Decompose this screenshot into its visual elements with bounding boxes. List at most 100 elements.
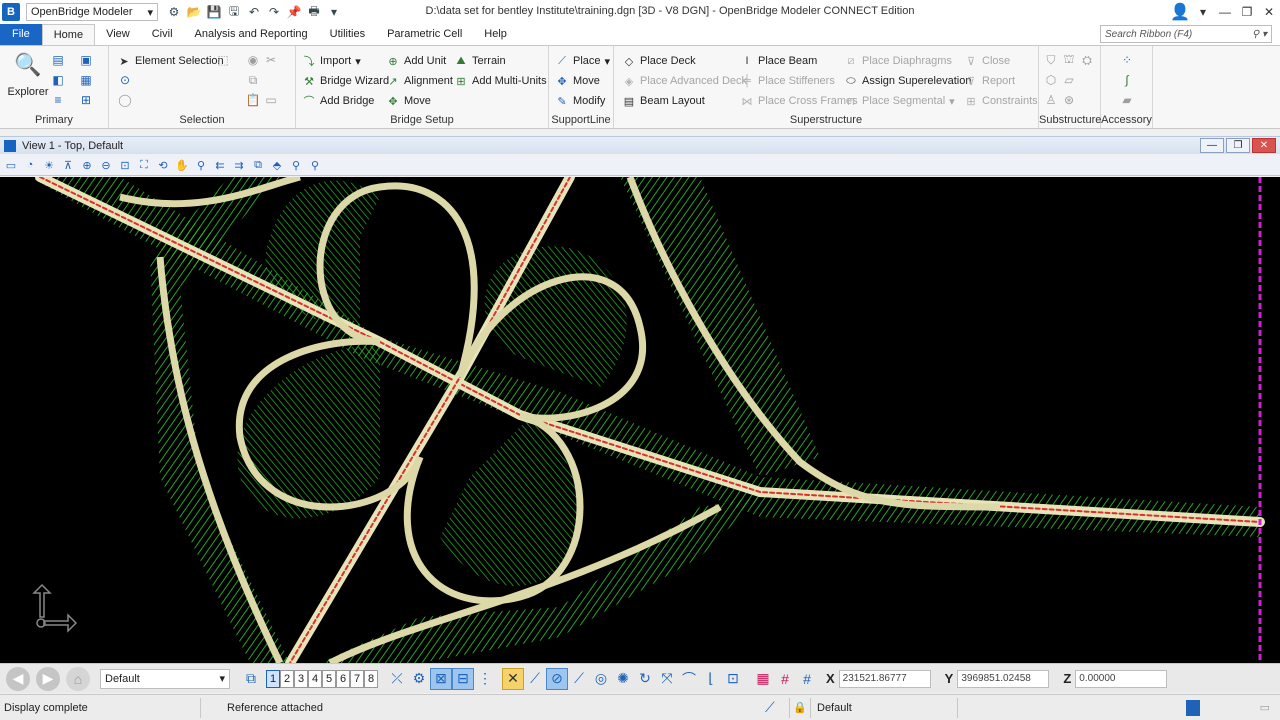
multi-snap-icon[interactable]: ⊡ [722,668,744,690]
tab-civil[interactable]: Civil [141,24,184,45]
view-6-button[interactable]: 6 [336,669,350,688]
message-center-icon[interactable]: ▭ [1260,701,1270,714]
place-deck-button[interactable]: ◇ Place Deck [622,52,696,70]
open-folder-icon[interactable]: 📂 [186,4,202,20]
active-level[interactable]: Default [817,702,957,714]
display-style-icon[interactable]: ◔ [22,157,38,173]
midpoint-snap-icon[interactable]: ⊟ [452,667,474,690]
view-groups-icon[interactable]: ⧉ [240,668,262,690]
tab-parametric-cell[interactable]: Parametric Cell [376,24,473,45]
view-attributes-icon[interactable]: ▭ [3,157,19,173]
walk-icon[interactable]: ⚲ [193,157,209,173]
abutment-icon[interactable]: ⛫ [1061,52,1077,68]
save-icon[interactable]: 💾 [206,4,222,20]
back-arrow-icon[interactable]: ◀ [6,666,30,691]
settings-icon[interactable]: ⚙ [166,4,182,20]
view-5-button[interactable]: 5 [322,669,336,688]
restore-icon[interactable]: ❐ [1236,5,1258,19]
print-icon[interactable]: 🖶 [306,4,322,20]
place-cross-frames-button[interactable]: ⋈ Place Cross Frames [740,92,858,110]
rotate-view-icon[interactable]: ⟲ [155,157,171,173]
help-dropdown-icon[interactable]: ▾ [1192,5,1214,19]
cut-icon[interactable]: ✂ [263,52,279,68]
add-multi-units-button[interactable]: ⊞ Add Multi-Units [454,72,546,90]
file-icon[interactable]: ▤ [50,52,66,68]
pier-icon[interactable]: ⛉ [1043,52,1059,68]
view-close-icon[interactable]: ✕ [1252,138,1276,153]
x-coordinate-field[interactable]: 231521.86777 [838,669,931,688]
tab-view[interactable]: View [95,24,141,45]
tab-home[interactable]: Home [41,24,96,45]
grid-icon[interactable]: ▦ [752,668,774,690]
zoom-out-icon[interactable]: ⊖ [98,157,114,173]
close-icon[interactable]: ✕ [1258,5,1280,19]
window-area-icon[interactable]: ⊡ [117,157,133,173]
circle-select-icon[interactable]: ◯ [117,92,133,108]
paste-icon[interactable]: 📋 [245,92,261,108]
view-minimize-icon[interactable]: — [1200,138,1224,153]
tab-analysis-reporting[interactable]: Analysis and Reporting [184,24,319,45]
origin-snap-icon[interactable]: ✺ [612,668,634,690]
pile-cap-icon[interactable]: ⛭ [1079,52,1095,68]
snap-list-icon[interactable]: ⋮ [474,668,496,690]
model-select[interactable]: Default ▾ [100,668,230,689]
pin-icon[interactable]: 📌 [286,4,302,20]
locks-icon[interactable]: ⟋ [765,699,789,716]
tangent-snap-icon[interactable]: ↻ [634,668,656,690]
bridge-wizard-button[interactable]: ⚒ Bridge Wizard [302,72,389,90]
view-previous-icon[interactable]: ⇇ [212,157,228,173]
view-2-button[interactable]: 2 [280,669,294,688]
lighting-icon[interactable]: ☀ [41,157,57,173]
search-view-icon[interactable]: ⚲ [307,157,323,173]
lock-icon[interactable]: 🔒 [790,701,810,714]
footing-icon[interactable]: ⬡ [1043,72,1059,88]
home-view-icon[interactable]: ⌂ [66,666,90,691]
accudraw-icon[interactable]: ⤫ [386,668,408,690]
import-button[interactable]: ⤵ Import ▾ [302,52,361,70]
find-icon[interactable]: ⚲ [288,157,304,173]
close-button[interactable]: ⊽ Close [964,52,1010,70]
levels-icon[interactable]: ≡ [50,92,66,108]
customize-qat-icon[interactable]: ▾ [326,4,342,20]
nearest-snap-icon[interactable]: ⟋ [524,668,546,690]
column-icon[interactable]: ♙ [1043,92,1059,108]
user-account-icon[interactable]: 👤 [1168,2,1192,22]
attributes-icon[interactable]: ▣ [78,52,94,68]
explorer-button[interactable]: 🔍 Explorer [6,50,50,98]
bisector-snap-icon[interactable]: ⊘ [546,667,568,690]
view-1-button[interactable]: 1 [266,669,280,688]
grid-lock-icon[interactable]: # [774,668,796,690]
properties-icon[interactable]: ▦ [78,72,94,88]
assign-superelevation-button[interactable]: ⬭ Assign Superelevation [844,72,971,90]
view-restore-icon[interactable]: ❐ [1226,138,1250,153]
alignment-button[interactable]: ↗ Alignment [386,72,453,90]
place-segmental-button[interactable]: ⊓ Place Segmental ▾ [844,92,955,110]
view-3-button[interactable]: 3 [294,669,308,688]
copy-icon[interactable]: ⧉ [245,72,261,88]
supportline-modify-button[interactable]: ✎ Modify [555,92,605,110]
move-bridge-button[interactable]: ✥ Move [386,92,431,110]
minimize-icon[interactable]: — [1214,5,1236,19]
tab-utilities[interactable]: Utilities [319,24,376,45]
clear-icon[interactable]: ⊼ [60,157,76,173]
add-bridge-button[interactable]: ⌒ Add Bridge [302,92,375,110]
intersection-snap-icon[interactable]: ✕ [502,667,524,690]
snap-settings-icon[interactable]: ⚙ [408,668,430,690]
clip-volume-icon[interactable]: ⬘ [269,157,285,173]
accessory-shape-icon[interactable]: ▰ [1119,92,1135,108]
curve-icon[interactable]: ∫ [1119,72,1135,88]
fit-view-icon[interactable]: ⛶ [136,157,152,173]
supportline-move-button[interactable]: ✥ Move [555,72,600,90]
view-8-button[interactable]: 8 [364,669,378,688]
add-unit-button[interactable]: ⊕ Add Unit [386,52,446,70]
tab-file[interactable]: File [0,24,42,45]
drawing-canvas[interactable] [0,177,1280,663]
place-advanced-deck-button[interactable]: ◈ Place Advanced Deck [622,72,747,90]
supportline-place-button[interactable]: ⟋ Place ▾ [555,52,610,70]
view-next-icon[interactable]: ⇉ [231,157,247,173]
models-icon[interactable]: ◧ [50,72,66,88]
view-7-button[interactable]: 7 [350,669,364,688]
place-diaphragms-button[interactable]: ⧄ Place Diaphragms [844,52,952,70]
parallel-snap-icon[interactable]: ⌒ [678,668,700,690]
perpendicular-snap-icon[interactable]: ⟋ [568,668,590,690]
